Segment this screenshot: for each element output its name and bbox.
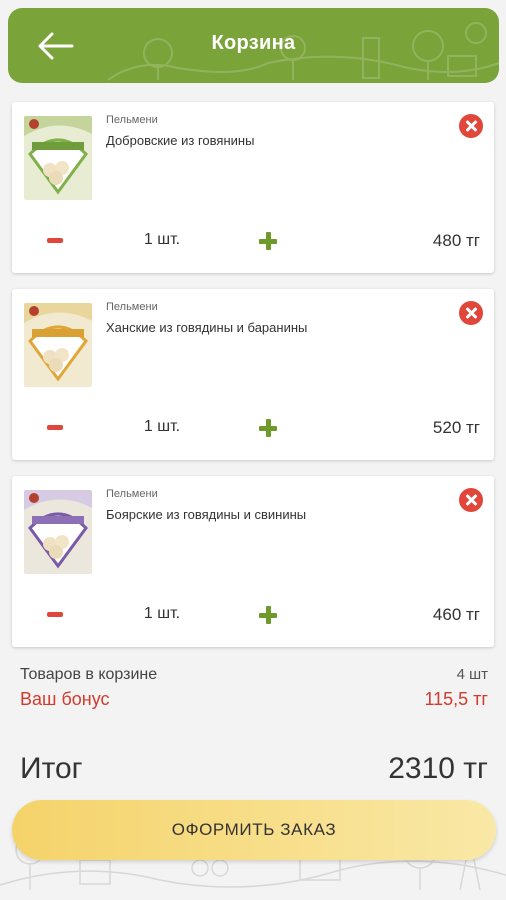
decrease-quantity-button[interactable] bbox=[47, 238, 63, 243]
item-price: 480 тг bbox=[432, 231, 480, 250]
checkout-button[interactable]: ОФОРМИТЬ ЗАКАЗ bbox=[12, 800, 496, 860]
decrease-quantity-button[interactable] bbox=[47, 612, 63, 617]
cart-item: Пельмени Боярские из говядины и свинины … bbox=[12, 476, 494, 647]
items-count-value: 4 шт bbox=[456, 666, 488, 683]
remove-item-icon[interactable] bbox=[459, 488, 483, 512]
total-value: 2310 тг bbox=[388, 752, 488, 785]
product-image bbox=[24, 116, 92, 200]
product-name: Добровские из говянины bbox=[106, 133, 255, 148]
product-category: Пельмени bbox=[106, 488, 158, 500]
app-header: Корзина bbox=[8, 8, 499, 83]
product-image bbox=[24, 490, 92, 574]
product-image bbox=[24, 303, 92, 387]
quantity-value: 1 шт. bbox=[143, 418, 181, 435]
total-label: Итог bbox=[20, 752, 83, 785]
product-name: Боярские из говядины и свинины bbox=[106, 507, 307, 522]
bonus-value: 115,5 тг bbox=[424, 689, 488, 709]
product-name: Ханские из говядины и баранины bbox=[106, 320, 308, 335]
product-category: Пельмени bbox=[106, 301, 158, 313]
bonus-label: Ваш бонус bbox=[20, 689, 110, 709]
quantity-value: 1 шт. bbox=[143, 231, 181, 248]
cart-item: Пельмени Добровские из говянины 1 шт. 48… bbox=[12, 102, 494, 273]
items-count-label: Товаров в корзине bbox=[20, 666, 158, 683]
decrease-quantity-button[interactable] bbox=[47, 425, 63, 430]
quantity-value: 1 шт. bbox=[143, 605, 181, 622]
cart-item: Пельмени Ханские из говядины и баранины … bbox=[12, 289, 494, 460]
page-title: Корзина bbox=[211, 32, 296, 54]
item-price: 520 тг bbox=[432, 418, 480, 437]
item-price: 460 тг bbox=[432, 605, 480, 624]
increase-quantity-button[interactable] bbox=[259, 232, 277, 250]
product-category: Пельмени bbox=[106, 114, 158, 126]
increase-quantity-button[interactable] bbox=[259, 419, 277, 437]
remove-item-icon[interactable] bbox=[459, 301, 483, 325]
increase-quantity-button[interactable] bbox=[259, 606, 277, 624]
remove-item-icon[interactable] bbox=[459, 114, 483, 138]
